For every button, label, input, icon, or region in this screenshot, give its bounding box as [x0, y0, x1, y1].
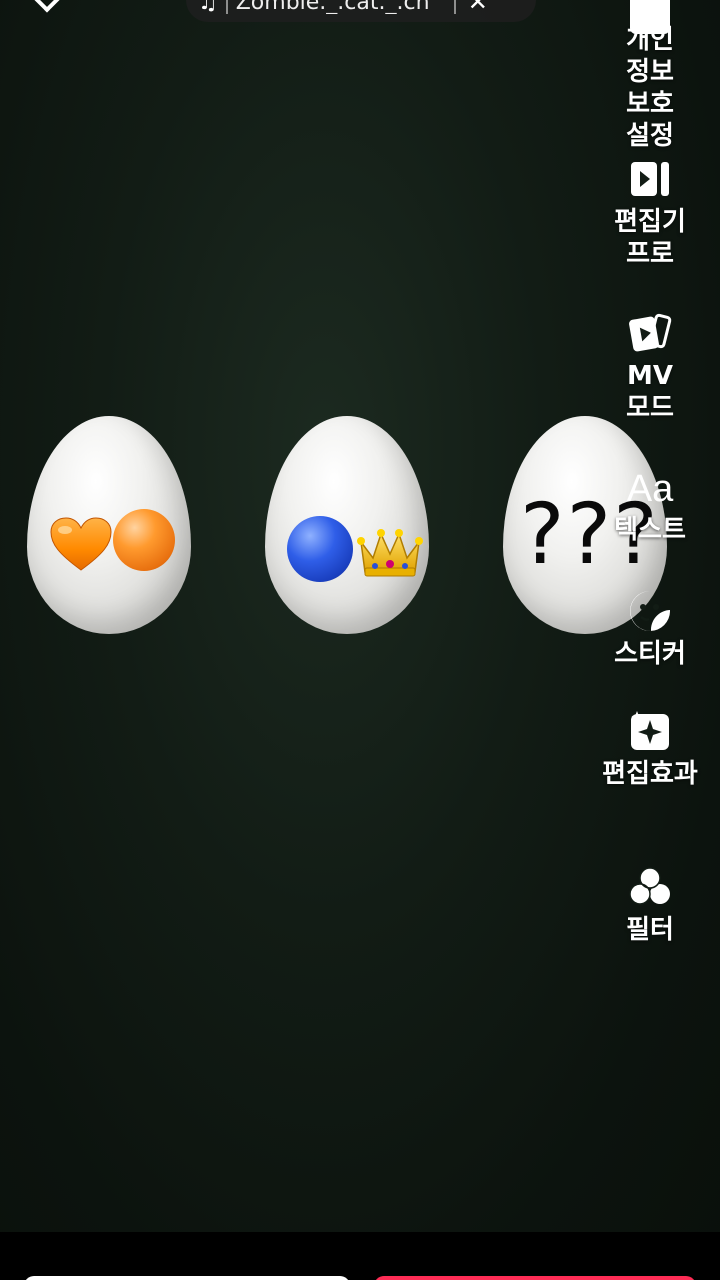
- mv-mode-icon: [629, 313, 672, 352]
- orange-heart-icon: [50, 517, 112, 571]
- next-button[interactable]: [374, 1276, 696, 1280]
- effects-icon: [631, 711, 669, 750]
- effects-label: 편집효과: [602, 759, 698, 789]
- blue-ball-icon: [287, 516, 353, 582]
- divider: [225, 0, 228, 14]
- back-chevron-icon[interactable]: [31, 0, 63, 13]
- text-icon: Aa: [626, 468, 674, 510]
- privacy-icon: [630, 0, 670, 34]
- filter-button[interactable]: 필터: [580, 864, 720, 946]
- crown-icon: [357, 529, 423, 577]
- edit-toolbar: 개인 정보 보호 설정 편집기 프로 MV 모드 Aa 텍스트 스티커 편집효과…: [580, 0, 720, 1060]
- editor-pro-button[interactable]: 편집기 프로: [580, 156, 720, 270]
- effects-button[interactable]: 편집효과: [580, 708, 720, 790]
- divider: [453, 0, 456, 14]
- editor-pro-label: 편집기 프로: [614, 207, 686, 269]
- close-icon[interactable]: ✕: [468, 0, 488, 14]
- sound-selector[interactable]: ♫ Zombie._.cat._.ch ✕: [186, 0, 536, 22]
- bottom-bar: [0, 1232, 720, 1280]
- privacy-settings-label: 개인 정보 보호 설정: [626, 25, 674, 151]
- text-button[interactable]: Aa 텍스트: [580, 466, 720, 546]
- filter-label: 필터: [626, 915, 674, 945]
- mv-mode-button[interactable]: MV 모드: [580, 310, 720, 424]
- mv-mode-label: MV 모드: [626, 361, 674, 423]
- secondary-action-button[interactable]: [24, 1276, 350, 1280]
- sticker-label: 스티커: [614, 639, 686, 669]
- sticker-button[interactable]: 스티커: [580, 588, 720, 670]
- orange-ball-icon: [113, 509, 175, 571]
- video-editor-screen: ♫ Zombie._.cat._.ch ✕ ??? 개인 정보 보호 설정 편집…: [0, 0, 720, 1280]
- music-note-icon: ♫: [198, 0, 218, 15]
- editor-pro-icon: [631, 162, 669, 196]
- filter-icon: [629, 867, 670, 905]
- text-label: 텍스트: [614, 515, 686, 545]
- privacy-settings-button[interactable]: 개인 정보 보호 설정: [580, 0, 720, 152]
- sound-title: Zombie._.cat._.ch: [235, 0, 430, 14]
- sticker-icon: [630, 591, 670, 632]
